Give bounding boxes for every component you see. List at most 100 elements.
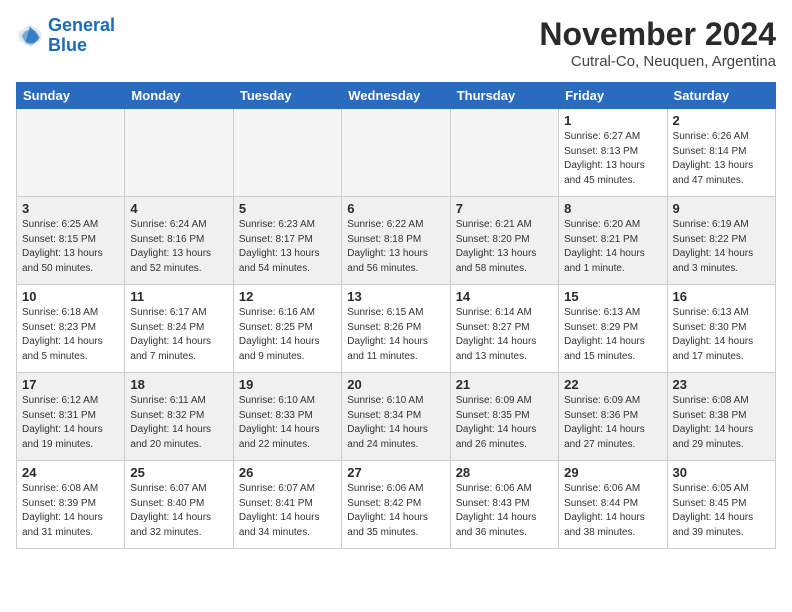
day-number: 27: [347, 465, 444, 480]
calendar-cell: 14 Sunrise: 6:14 AM Sunset: 8:27 PM Dayli…: [450, 285, 558, 373]
day-number: 2: [673, 113, 770, 128]
day-info: Sunrise: 6:17 AM Sunset: 8:24 PM Dayligh…: [130, 306, 227, 364]
calendar-table: SundayMondayTuesdayWednesdayThursdayFrid…: [16, 82, 776, 549]
day-info: Sunrise: 6:27 AM Sunset: 8:13 PM Dayligh…: [564, 130, 661, 188]
day-number: 8: [564, 201, 661, 216]
day-number: 5: [239, 201, 336, 216]
day-number: 1: [564, 113, 661, 128]
calendar-cell: 29 Sunrise: 6:06 AM Sunset: 8:44 PM Dayli…: [559, 461, 667, 549]
day-info: Sunrise: 6:20 AM Sunset: 8:21 PM Dayligh…: [564, 218, 661, 276]
calendar-cell: 30 Sunrise: 6:05 AM Sunset: 8:45 PM Dayli…: [667, 461, 775, 549]
day-info: Sunrise: 6:26 AM Sunset: 8:14 PM Dayligh…: [673, 130, 770, 188]
day-number: 9: [673, 201, 770, 216]
weekday-header-saturday: Saturday: [667, 83, 775, 109]
day-info: Sunrise: 6:08 AM Sunset: 8:39 PM Dayligh…: [22, 482, 119, 540]
calendar-cell: [342, 109, 450, 197]
day-info: Sunrise: 6:14 AM Sunset: 8:27 PM Dayligh…: [456, 306, 553, 364]
calendar-cell: 4 Sunrise: 6:24 AM Sunset: 8:16 PM Daylig…: [125, 197, 233, 285]
location-subtitle: Cutral-Co, Neuquen, Argentina: [539, 53, 776, 70]
calendar-cell: 21 Sunrise: 6:09 AM Sunset: 8:35 PM Dayli…: [450, 373, 558, 461]
weekday-header-friday: Friday: [559, 83, 667, 109]
week-row-4: 17Sunrise: 6:12 AM Sunset: 8:31 PM Dayli…: [17, 373, 776, 461]
day-info: Sunrise: 6:19 AM Sunset: 8:22 PM Dayligh…: [673, 218, 770, 276]
logo-text: General Blue: [48, 16, 115, 56]
day-info: Sunrise: 6:07 AM Sunset: 8:40 PM Dayligh…: [130, 482, 227, 540]
calendar-cell: 2 Sunrise: 6:26 AM Sunset: 8:14 PM Daylig…: [667, 109, 775, 197]
calendar-cell: [125, 109, 233, 197]
weekday-header-row: SundayMondayTuesdayWednesdayThursdayFrid…: [17, 83, 776, 109]
calendar-cell: 24 Sunrise: 6:08 AM Sunset: 8:39 PM Dayli…: [17, 461, 125, 549]
logo-line2: Blue: [48, 35, 87, 55]
calendar-cell: 25Sunrise: 6:07 AM Sunset: 8:40 PM Dayli…: [125, 461, 233, 549]
logo: General Blue: [16, 16, 115, 56]
calendar-cell: 28Sunrise: 6:06 AM Sunset: 8:43 PM Dayli…: [450, 461, 558, 549]
day-info: Sunrise: 6:16 AM Sunset: 8:25 PM Dayligh…: [239, 306, 336, 364]
day-info: Sunrise: 6:06 AM Sunset: 8:44 PM Dayligh…: [564, 482, 661, 540]
month-title: November 2024: [539, 16, 776, 53]
day-info: Sunrise: 6:21 AM Sunset: 8:20 PM Dayligh…: [456, 218, 553, 276]
day-info: Sunrise: 6:09 AM Sunset: 8:35 PM Dayligh…: [456, 394, 553, 452]
day-number: 18: [130, 377, 227, 392]
calendar-cell: 20Sunrise: 6:10 AM Sunset: 8:34 PM Dayli…: [342, 373, 450, 461]
day-info: Sunrise: 6:10 AM Sunset: 8:33 PM Dayligh…: [239, 394, 336, 452]
day-info: Sunrise: 6:11 AM Sunset: 8:32 PM Dayligh…: [130, 394, 227, 452]
calendar-cell: 26Sunrise: 6:07 AM Sunset: 8:41 PM Dayli…: [233, 461, 341, 549]
day-number: 13: [347, 289, 444, 304]
calendar-cell: 13 Sunrise: 6:15 AM Sunset: 8:26 PM Dayli…: [342, 285, 450, 373]
day-number: 28: [456, 465, 553, 480]
calendar-cell: 6 Sunrise: 6:22 AM Sunset: 8:18 PM Daylig…: [342, 197, 450, 285]
day-number: 14: [456, 289, 553, 304]
day-info: Sunrise: 6:10 AM Sunset: 8:34 PM Dayligh…: [347, 394, 444, 452]
calendar-cell: 15 Sunrise: 6:13 AM Sunset: 8:29 PM Dayli…: [559, 285, 667, 373]
day-number: 15: [564, 289, 661, 304]
week-row-5: 24 Sunrise: 6:08 AM Sunset: 8:39 PM Dayli…: [17, 461, 776, 549]
calendar-cell: [17, 109, 125, 197]
calendar-cell: [450, 109, 558, 197]
day-info: Sunrise: 6:22 AM Sunset: 8:18 PM Dayligh…: [347, 218, 444, 276]
calendar-cell: 3 Sunrise: 6:25 AM Sunset: 8:15 PM Daylig…: [17, 197, 125, 285]
logo-line1: General: [48, 15, 115, 35]
calendar-cell: [233, 109, 341, 197]
calendar-cell: 22 Sunrise: 6:09 AM Sunset: 8:36 PM Dayli…: [559, 373, 667, 461]
day-number: 26: [239, 465, 336, 480]
week-row-1: 1 Sunrise: 6:27 AM Sunset: 8:13 PM Daylig…: [17, 109, 776, 197]
weekday-header-sunday: Sunday: [17, 83, 125, 109]
calendar-cell: 12 Sunrise: 6:16 AM Sunset: 8:25 PM Dayli…: [233, 285, 341, 373]
day-number: 3: [22, 201, 119, 216]
day-info: Sunrise: 6:13 AM Sunset: 8:30 PM Dayligh…: [673, 306, 770, 364]
day-info: Sunrise: 6:08 AM Sunset: 8:38 PM Dayligh…: [673, 394, 770, 452]
day-number: 12: [239, 289, 336, 304]
day-number: 6: [347, 201, 444, 216]
day-number: 24: [22, 465, 119, 480]
day-number: 4: [130, 201, 227, 216]
calendar-cell: 7 Sunrise: 6:21 AM Sunset: 8:20 PM Daylig…: [450, 197, 558, 285]
day-info: Sunrise: 6:09 AM Sunset: 8:36 PM Dayligh…: [564, 394, 661, 452]
day-info: Sunrise: 6:24 AM Sunset: 8:16 PM Dayligh…: [130, 218, 227, 276]
day-info: Sunrise: 6:25 AM Sunset: 8:15 PM Dayligh…: [22, 218, 119, 276]
day-info: Sunrise: 6:15 AM Sunset: 8:26 PM Dayligh…: [347, 306, 444, 364]
day-info: Sunrise: 6:05 AM Sunset: 8:45 PM Dayligh…: [673, 482, 770, 540]
title-block: November 2024 Cutral-Co, Neuquen, Argent…: [539, 16, 776, 70]
calendar-cell: 19 Sunrise: 6:10 AM Sunset: 8:33 PM Dayli…: [233, 373, 341, 461]
day-number: 7: [456, 201, 553, 216]
calendar-cell: 11Sunrise: 6:17 AM Sunset: 8:24 PM Dayli…: [125, 285, 233, 373]
day-number: 30: [673, 465, 770, 480]
day-number: 22: [564, 377, 661, 392]
day-info: Sunrise: 6:06 AM Sunset: 8:42 PM Dayligh…: [347, 482, 444, 540]
day-info: Sunrise: 6:13 AM Sunset: 8:29 PM Dayligh…: [564, 306, 661, 364]
calendar-cell: 5Sunrise: 6:23 AM Sunset: 8:17 PM Daylig…: [233, 197, 341, 285]
calendar-cell: 9 Sunrise: 6:19 AM Sunset: 8:22 PM Daylig…: [667, 197, 775, 285]
day-number: 29: [564, 465, 661, 480]
day-number: 19: [239, 377, 336, 392]
day-info: Sunrise: 6:18 AM Sunset: 8:23 PM Dayligh…: [22, 306, 119, 364]
weekday-header-thursday: Thursday: [450, 83, 558, 109]
calendar-cell: 27 Sunrise: 6:06 AM Sunset: 8:42 PM Dayli…: [342, 461, 450, 549]
calendar-cell: 18 Sunrise: 6:11 AM Sunset: 8:32 PM Dayli…: [125, 373, 233, 461]
week-row-2: 3 Sunrise: 6:25 AM Sunset: 8:15 PM Daylig…: [17, 197, 776, 285]
day-number: 21: [456, 377, 553, 392]
calendar-cell: 1 Sunrise: 6:27 AM Sunset: 8:13 PM Daylig…: [559, 109, 667, 197]
day-number: 16: [673, 289, 770, 304]
weekday-header-tuesday: Tuesday: [233, 83, 341, 109]
calendar-cell: 8 Sunrise: 6:20 AM Sunset: 8:21 PM Daylig…: [559, 197, 667, 285]
calendar-cell: 10Sunrise: 6:18 AM Sunset: 8:23 PM Dayli…: [17, 285, 125, 373]
